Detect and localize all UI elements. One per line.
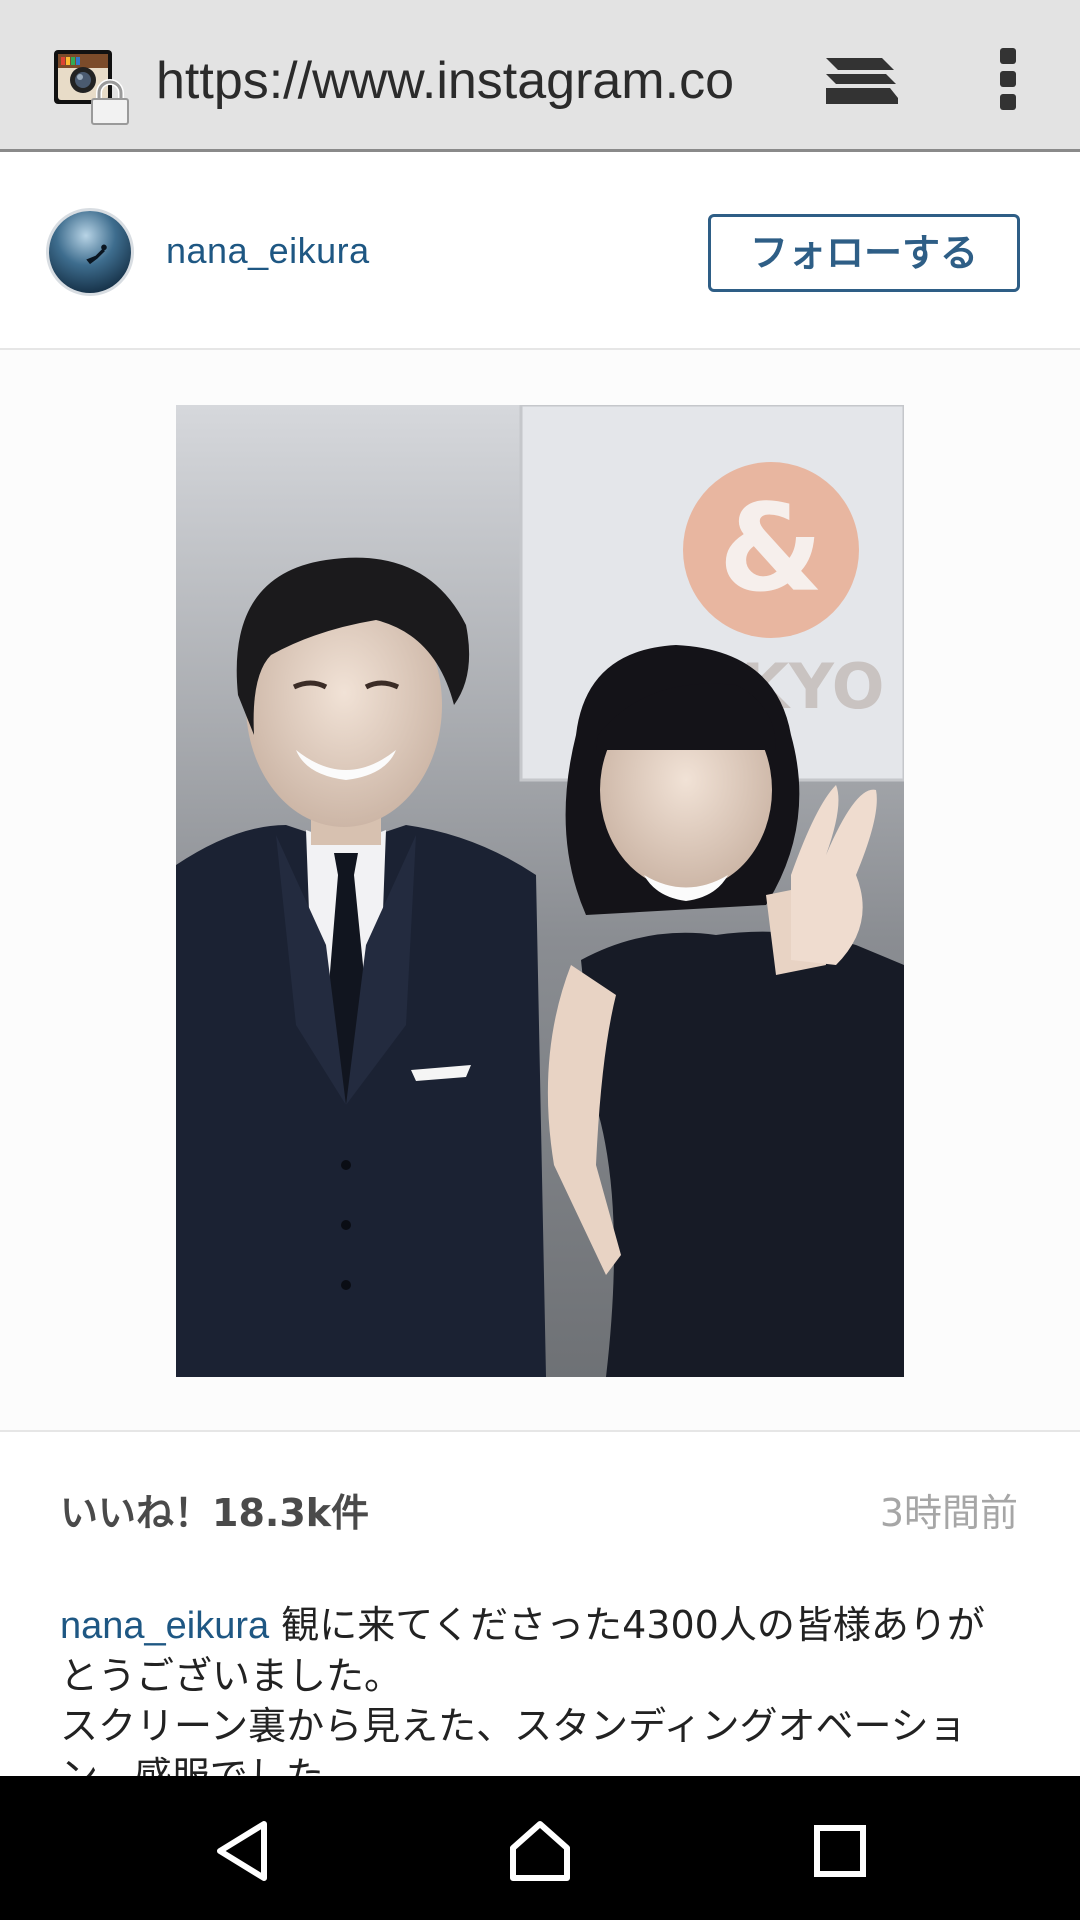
system-navigation-bar xyxy=(0,1776,1080,1920)
post-header: nana_eikura フォローする xyxy=(0,152,1080,350)
tabs-icon[interactable] xyxy=(822,48,902,112)
post-photo[interactable]: & TOKYO xyxy=(176,405,904,1377)
avatar[interactable] xyxy=(46,208,134,296)
post-timestamp: 3時間前 xyxy=(879,1491,1018,1535)
follow-button[interactable]: フォローする xyxy=(708,214,1020,292)
post-username[interactable]: nana_eikura xyxy=(166,226,370,276)
post-caption: nana_eikura 観に来てくださった4300人の皆様ありがとうございました… xyxy=(60,1600,1020,1801)
back-icon[interactable] xyxy=(206,1816,276,1886)
recents-icon[interactable] xyxy=(805,1816,875,1886)
likes-count[interactable]: いいね！18.3k件 xyxy=(60,1488,369,1538)
post-photo-area: & TOKYO xyxy=(0,350,1080,1432)
overflow-menu-icon[interactable] xyxy=(986,46,1030,112)
url-bar[interactable]: https://www.instagram.co xyxy=(156,46,770,116)
caption-username[interactable]: nana_eikura xyxy=(60,1605,269,1647)
lock-icon xyxy=(86,78,134,126)
browser-toolbar: https://www.instagram.co xyxy=(0,0,1080,152)
svg-text:&: & xyxy=(719,480,824,619)
home-icon[interactable] xyxy=(505,1816,575,1886)
